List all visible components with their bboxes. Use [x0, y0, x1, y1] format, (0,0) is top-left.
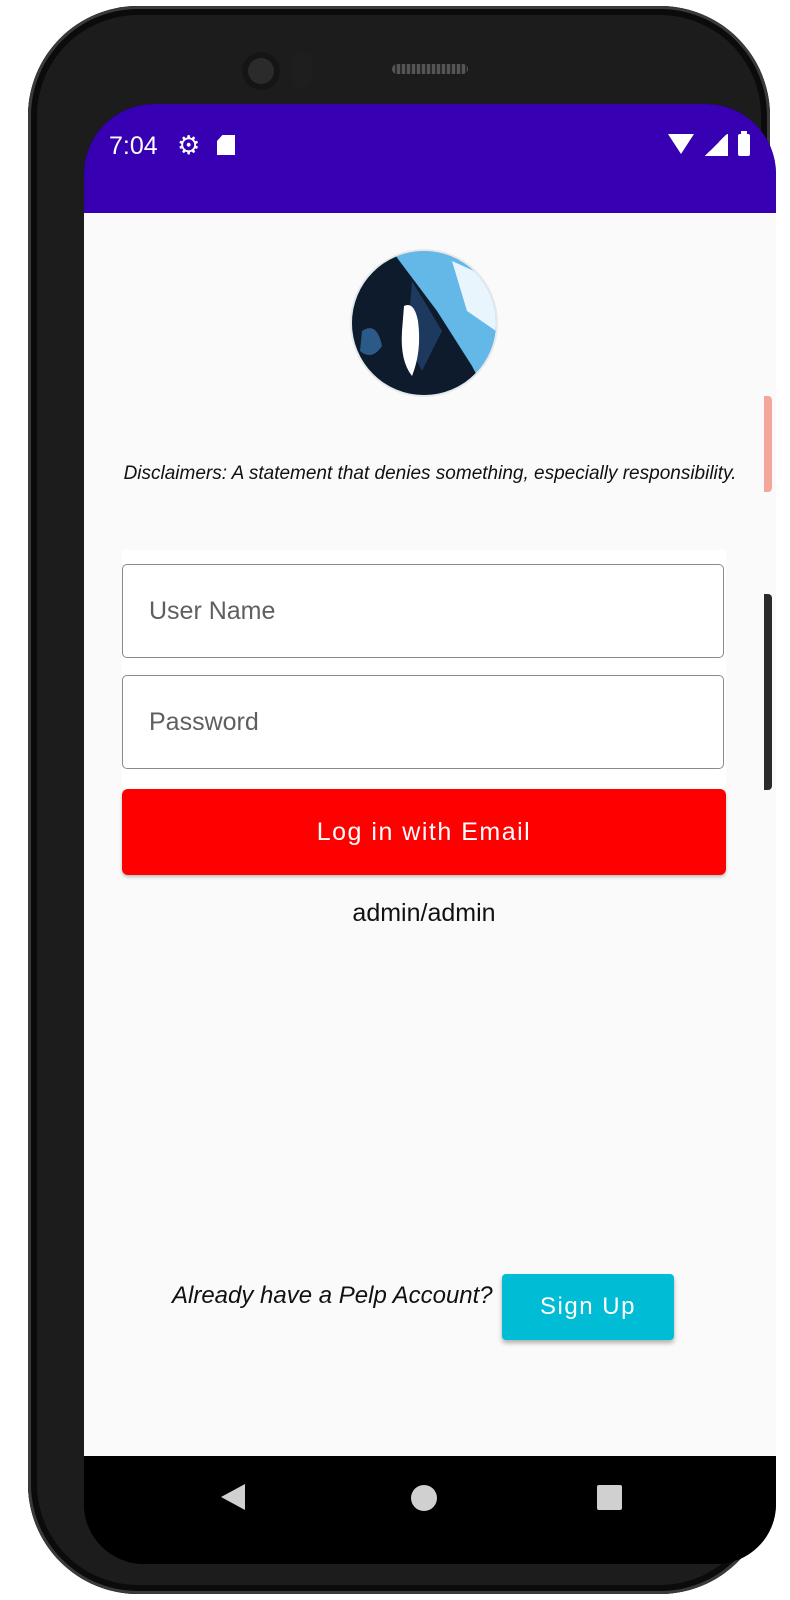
- app-logo: [352, 251, 496, 395]
- recents-icon[interactable]: [597, 1485, 622, 1510]
- username-field[interactable]: [122, 564, 724, 658]
- disclaimer-text: Disclaimers: A statement that denies som…: [123, 463, 737, 484]
- power-button: [764, 396, 772, 492]
- wifi-icon: [668, 134, 694, 154]
- front-camera: [242, 52, 280, 90]
- navigation-bar: [84, 1456, 776, 1564]
- home-icon[interactable]: [411, 1485, 437, 1511]
- login-screen: Disclaimers: A statement that denies som…: [84, 213, 776, 1456]
- device-screen: 7:04 ⚙ Disclaimers: A statement that den…: [84, 104, 776, 1564]
- credentials-hint: admin/admin: [352, 899, 496, 927]
- sd-card-icon: [217, 135, 235, 155]
- proximity-sensor: [292, 52, 312, 88]
- earpiece-speaker: [392, 64, 468, 74]
- status-bar: 7:04 ⚙: [84, 104, 776, 213]
- battery-icon: [738, 131, 750, 156]
- volume-button: [764, 594, 772, 790]
- password-field[interactable]: [122, 675, 724, 769]
- sign-up-button[interactable]: Sign Up: [502, 1274, 674, 1340]
- logo-image: [352, 251, 496, 395]
- signal-icon: [704, 134, 728, 156]
- login-with-email-button[interactable]: Log in with Email: [122, 789, 726, 875]
- status-time: 7:04: [109, 132, 158, 160]
- gear-icon: ⚙: [177, 130, 201, 160]
- account-prompt: Already have a Pelp Account?: [172, 1282, 493, 1309]
- back-icon[interactable]: [221, 1484, 245, 1510]
- status-icons: [668, 131, 750, 156]
- phone-frame: 7:04 ⚙ Disclaimers: A statement that den…: [28, 6, 776, 1594]
